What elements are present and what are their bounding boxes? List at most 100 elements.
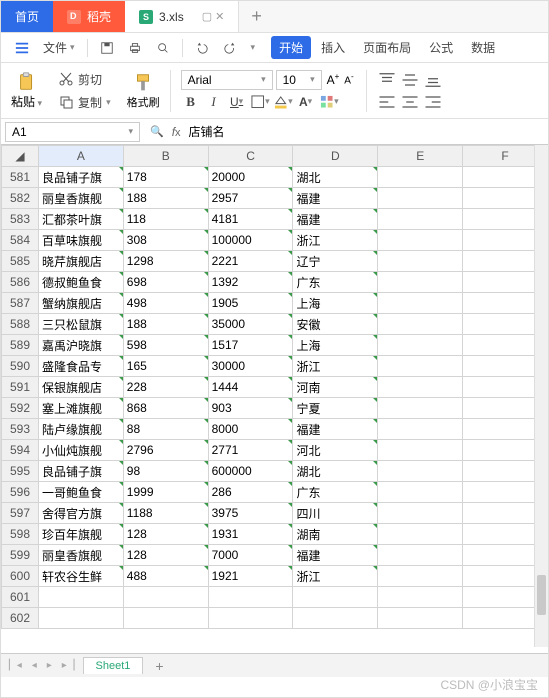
ribbon-tab-formula[interactable]: 公式	[421, 36, 461, 59]
table-row[interactable]: 589嘉禹沪晓旗5981517上海	[2, 335, 548, 356]
select-all-corner[interactable]: ◢	[2, 146, 39, 167]
tab-window-controls[interactable]: ▢ ✕	[202, 10, 225, 23]
align-left-button[interactable]	[377, 92, 397, 112]
cell[interactable]: 188	[123, 188, 208, 209]
cell[interactable]	[378, 440, 463, 461]
italic-button[interactable]: I	[204, 92, 224, 112]
cell[interactable]: 868	[123, 398, 208, 419]
cell[interactable]: 一哥鲍鱼食	[38, 482, 123, 503]
ribbon-tab-data[interactable]: 数据	[463, 36, 503, 59]
table-row[interactable]: 602	[2, 608, 548, 629]
cell[interactable]	[378, 419, 463, 440]
cell[interactable]	[378, 293, 463, 314]
cell[interactable]	[378, 461, 463, 482]
cell[interactable]: 1999	[123, 482, 208, 503]
fill-color-button[interactable]: ▾	[273, 92, 293, 112]
align-top-button[interactable]	[377, 70, 397, 90]
cell[interactable]: 188	[123, 314, 208, 335]
cell[interactable]: 蟹纳旗舰店	[38, 293, 123, 314]
col-header-C[interactable]: C	[208, 146, 293, 167]
cell[interactable]	[378, 608, 463, 629]
cell[interactable]: 286	[208, 482, 293, 503]
find-icon[interactable]: 🔍	[150, 125, 164, 138]
row-header[interactable]: 598	[2, 524, 39, 545]
add-sheet-button[interactable]: +	[149, 658, 169, 674]
col-header-B[interactable]: B	[123, 146, 208, 167]
table-row[interactable]: 598珍百年旗舰1281931湖南	[2, 524, 548, 545]
cell[interactable]	[378, 587, 463, 608]
cell[interactable]: 128	[123, 524, 208, 545]
cell[interactable]: 118	[123, 209, 208, 230]
cell[interactable]	[378, 230, 463, 251]
cell[interactable]: 福建	[293, 188, 378, 209]
paste-button[interactable]: 粘贴 ▾	[7, 69, 46, 112]
row-header[interactable]: 588	[2, 314, 39, 335]
cell[interactable]	[378, 188, 463, 209]
table-row[interactable]: 599丽皇香旗舰1287000福建	[2, 545, 548, 566]
cell[interactable]	[378, 356, 463, 377]
table-row[interactable]: 600轩农谷生鲜4881921浙江	[2, 566, 548, 587]
cell[interactable]: 2796	[123, 440, 208, 461]
cell[interactable]: 晓芹旗舰店	[38, 251, 123, 272]
cell[interactable]: 德叔鲍鱼食	[38, 272, 123, 293]
cell[interactable]: 7000	[208, 545, 293, 566]
cell[interactable]: 2221	[208, 251, 293, 272]
cell[interactable]: 盛隆食品专	[38, 356, 123, 377]
underline-button[interactable]: U▾	[227, 92, 247, 112]
cell[interactable]: 1921	[208, 566, 293, 587]
redo-icon[interactable]	[217, 37, 243, 59]
row-header[interactable]: 589	[2, 335, 39, 356]
cell[interactable]	[123, 587, 208, 608]
row-header[interactable]: 601	[2, 587, 39, 608]
cell[interactable]: 1298	[123, 251, 208, 272]
cell[interactable]: 保银旗舰店	[38, 377, 123, 398]
cell[interactable]: 珍百年旗舰	[38, 524, 123, 545]
cell[interactable]	[378, 167, 463, 188]
cell-style-button[interactable]: ▾	[319, 92, 339, 112]
table-row[interactable]: 591保银旗舰店2281444河南	[2, 377, 548, 398]
cell[interactable]: 轩农谷生鲜	[38, 566, 123, 587]
cell[interactable]: 三只松鼠旗	[38, 314, 123, 335]
cell[interactable]: 福建	[293, 209, 378, 230]
cell[interactable]: 广东	[293, 272, 378, 293]
col-header-A[interactable]: A	[38, 146, 123, 167]
cell[interactable]	[378, 335, 463, 356]
scroll-thumb[interactable]	[537, 575, 546, 615]
row-header[interactable]: 585	[2, 251, 39, 272]
cell[interactable]: 百草味旗舰	[38, 230, 123, 251]
cell[interactable]	[378, 545, 463, 566]
copy-button[interactable]: 复制 ▾	[54, 92, 115, 113]
cell[interactable]: 165	[123, 356, 208, 377]
row-header[interactable]: 602	[2, 608, 39, 629]
cell[interactable]: 河南	[293, 377, 378, 398]
increase-font-button[interactable]: A+	[325, 72, 342, 87]
tab-file[interactable]: S 3.xls ▢ ✕	[125, 1, 239, 32]
table-row[interactable]: 586德叔鲍鱼食6981392广东	[2, 272, 548, 293]
cell[interactable]	[378, 482, 463, 503]
cell[interactable]: 湖北	[293, 461, 378, 482]
align-center-button[interactable]	[400, 92, 420, 112]
align-right-button[interactable]	[423, 92, 443, 112]
row-header[interactable]: 593	[2, 419, 39, 440]
cell[interactable]	[293, 587, 378, 608]
row-header[interactable]: 597	[2, 503, 39, 524]
table-row[interactable]: 584百草味旗舰308100000浙江	[2, 230, 548, 251]
cell[interactable]	[378, 524, 463, 545]
fx-icon[interactable]: fx	[172, 125, 181, 139]
cell[interactable]: 陆卢缘旗舰	[38, 419, 123, 440]
spreadsheet-grid[interactable]: ◢ A B C D E F 581良品铺子旗17820000湖北582丽皇香旗舰…	[1, 145, 548, 647]
table-row[interactable]: 597舍得官方旗11883975四川	[2, 503, 548, 524]
cell[interactable]: 2957	[208, 188, 293, 209]
cell[interactable]: 30000	[208, 356, 293, 377]
tab-daoke[interactable]: 稻壳	[53, 1, 125, 32]
table-row[interactable]: 593陆卢缘旗舰888000福建	[2, 419, 548, 440]
cell[interactable]: 100000	[208, 230, 293, 251]
bold-button[interactable]: B	[181, 92, 201, 112]
table-row[interactable]: 587蟹纳旗舰店4981905上海	[2, 293, 548, 314]
row-header[interactable]: 584	[2, 230, 39, 251]
table-row[interactable]: 588三只松鼠旗18835000安徽	[2, 314, 548, 335]
cell[interactable]: 四川	[293, 503, 378, 524]
cell[interactable]: 湖北	[293, 167, 378, 188]
sheet-nav-prev[interactable]: ◂	[30, 660, 39, 671]
table-row[interactable]: 581良品铺子旗17820000湖北	[2, 167, 548, 188]
